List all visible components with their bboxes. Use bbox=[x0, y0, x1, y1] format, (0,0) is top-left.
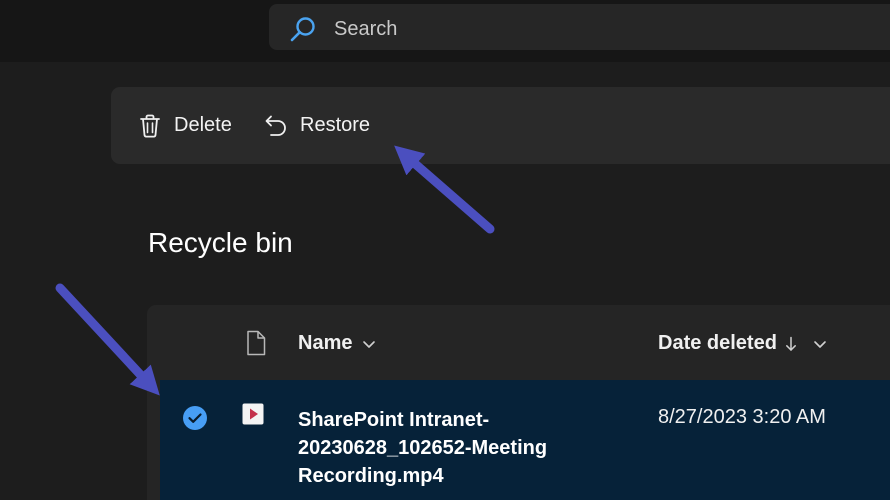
command-bar: Delete Restore bbox=[111, 87, 890, 164]
annotation-arrow-row bbox=[55, 283, 160, 396]
chevron-down-icon bbox=[363, 340, 376, 348]
restore-label: Restore bbox=[300, 114, 371, 136]
restore-button[interactable]: Restore bbox=[263, 87, 370, 164]
file-name[interactable]: SharePoint Intranet-20230628_102652-Meet… bbox=[298, 406, 578, 490]
column-header-date-deleted[interactable]: Date deleted bbox=[658, 332, 827, 355]
recycle-bin-list: Name Date deleted SharePoint Intranet-20… bbox=[147, 305, 890, 500]
chevron-down-icon bbox=[814, 340, 826, 348]
delete-button[interactable]: Delete bbox=[137, 87, 232, 164]
selected-checkmark-icon[interactable] bbox=[182, 405, 208, 431]
search-input[interactable]: Search bbox=[334, 18, 397, 41]
table-row[interactable]: SharePoint Intranet-20230628_102652-Meet… bbox=[160, 380, 890, 500]
onedrive-recycle-bin-window: Search Delete Restore Recycle bin Name D… bbox=[0, 0, 890, 500]
column-header-name[interactable]: Name bbox=[298, 332, 376, 355]
column-date-label: Date deleted bbox=[658, 332, 777, 354]
delete-label: Delete bbox=[174, 114, 232, 136]
page-title: Recycle bin bbox=[148, 227, 293, 258]
date-deleted: 8/27/2023 3:20 AM bbox=[658, 406, 826, 428]
file-type-icon[interactable] bbox=[245, 330, 267, 356]
top-bar: Search bbox=[0, 0, 890, 62]
search-icon bbox=[290, 17, 315, 42]
sort-descending-icon bbox=[785, 336, 796, 351]
video-file-icon bbox=[242, 403, 264, 425]
restore-icon bbox=[265, 115, 286, 136]
trash-icon bbox=[140, 114, 160, 138]
search-box[interactable]: Search bbox=[269, 4, 890, 50]
annotation-arrow-restore bbox=[394, 145, 495, 234]
list-header: Name Date deleted bbox=[147, 305, 890, 380]
column-name-label: Name bbox=[298, 332, 353, 354]
